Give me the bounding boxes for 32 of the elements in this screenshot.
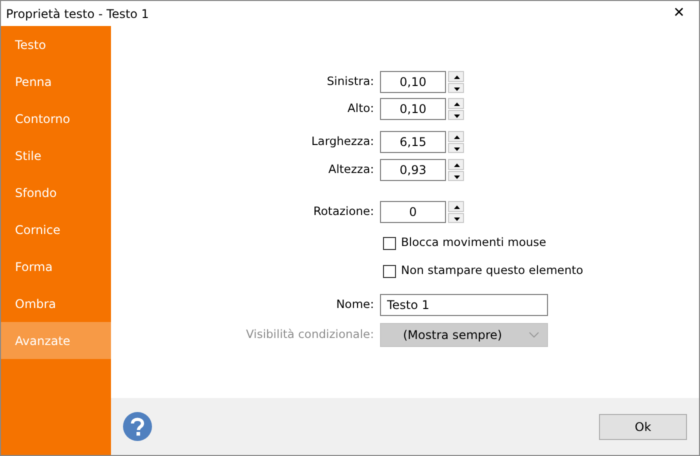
window-title: Proprietà testo - Testo 1 [6, 6, 149, 22]
number-field[interactable]: 0 [380, 201, 446, 223]
field-label: Altezza: [327, 161, 375, 178]
spin-down-button[interactable] [448, 82, 464, 93]
checkbox-label: Blocca movimenti mouse [401, 234, 546, 252]
spin-up-button[interactable] [448, 98, 464, 108]
field-label: Rotazione: [312, 203, 375, 220]
number-field[interactable]: 0,93 [380, 159, 446, 181]
field-label: Alto: [346, 100, 375, 118]
chevron-icon [529, 332, 539, 338]
field-label: Sinistra: [326, 73, 375, 90]
spin-up-button[interactable] [448, 201, 464, 212]
field-label: Visibilità condizionale: [245, 326, 375, 344]
spin-down-button[interactable] [448, 142, 464, 153]
checkbox[interactable] [383, 264, 396, 278]
spin-up-button[interactable] [448, 71, 464, 82]
close-button[interactable]: ✕ [659, 1, 699, 26]
spin-up-button[interactable] [448, 131, 464, 142]
checkbox-label: Non stampare questo elemento [401, 262, 584, 280]
field-label: Nome: [335, 296, 375, 314]
spin-up-button[interactable] [448, 159, 464, 170]
spin-down-button[interactable] [448, 212, 464, 223]
ok-button[interactable]: Ok [599, 414, 687, 440]
spin-down-button[interactable] [448, 170, 464, 181]
number-field[interactable]: 6,15 [380, 131, 446, 153]
name-field[interactable]: Testo 1 [380, 294, 548, 316]
spin-down-button[interactable] [448, 110, 464, 120]
number-field[interactable]: 0,10 [380, 98, 446, 120]
field-label: Larghezza: [310, 133, 375, 150]
checkbox[interactable] [383, 236, 396, 250]
number-field[interactable]: 0,10 [380, 71, 446, 93]
help-icon[interactable] [123, 412, 152, 441]
